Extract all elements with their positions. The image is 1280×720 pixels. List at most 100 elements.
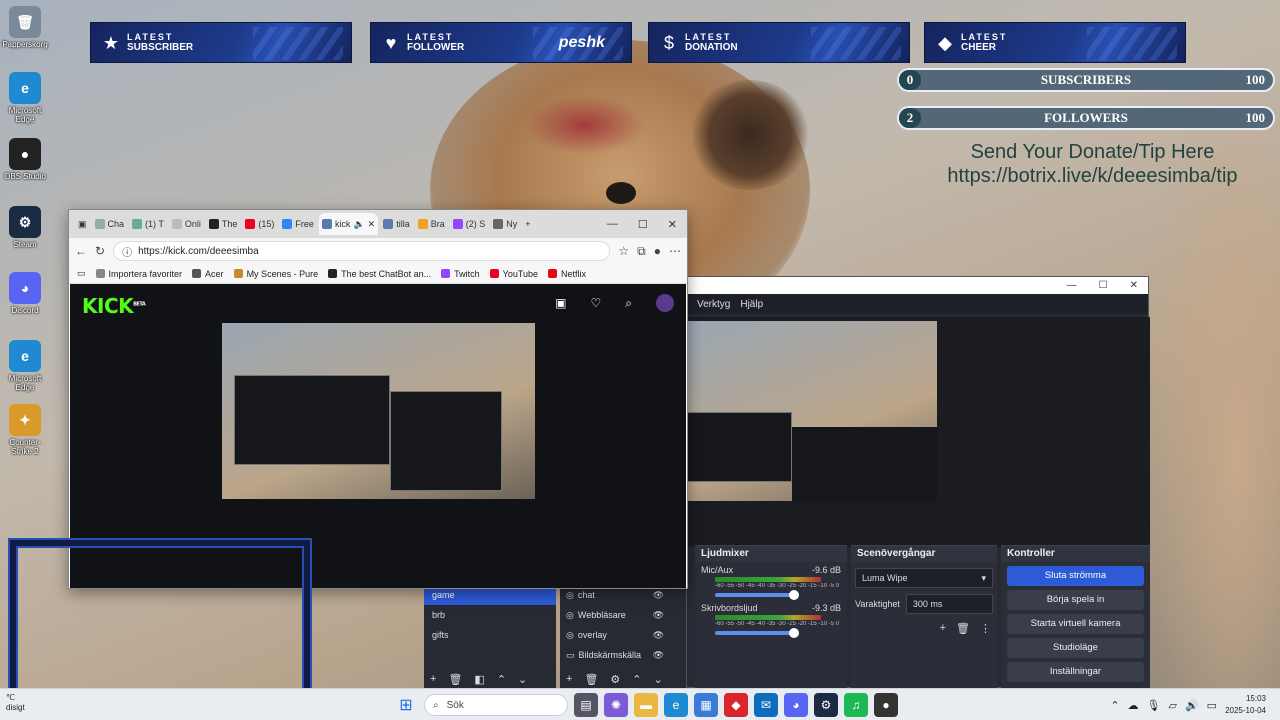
desktop-icon[interactable]: ◕ Discord	[0, 272, 50, 315]
battery-icon[interactable]: ▭	[1207, 699, 1217, 712]
gear-icon[interactable]: ⚙	[610, 673, 620, 686]
weather-widget[interactable]: ℃ disigt	[6, 693, 25, 713]
source-item[interactable]: ◎ Webbläsare 👁	[560, 605, 686, 625]
desktop-icon[interactable]: ● OBS Studio	[0, 138, 50, 181]
kick-logo[interactable]: KICKBETA	[82, 294, 146, 318]
desktop-icon[interactable]: ✦ Counter-Strike 2	[0, 404, 50, 456]
favorite-star-icon[interactable]: ☆	[618, 244, 629, 258]
site-info-icon[interactable]: ⓘ	[122, 244, 132, 259]
scene-item[interactable]: gifts	[424, 625, 556, 645]
obs-preview[interactable]	[687, 317, 1150, 547]
favorite-item[interactable]: Twitch	[441, 269, 480, 279]
transition-select[interactable]: Luma Wipe ▾	[855, 568, 993, 588]
scene-item[interactable]: brb	[424, 605, 556, 625]
up-icon[interactable]: ⌃	[497, 673, 506, 686]
heart-icon[interactable]: ♡	[591, 296, 602, 310]
refresh-icon[interactable]: ↻	[95, 244, 105, 258]
tab-actions-icon[interactable]: ▣	[75, 213, 90, 235]
copilot-icon[interactable]: ✺	[604, 693, 628, 717]
add-icon[interactable]: +	[940, 622, 946, 635]
app-red-icon[interactable]: ◆	[724, 693, 748, 717]
browser-tab[interactable]: Bra	[415, 213, 448, 235]
task-view-icon[interactable]: ▤	[574, 693, 598, 717]
down-icon[interactable]: ⌄	[654, 673, 663, 686]
favorite-item[interactable]: YouTube	[489, 269, 538, 279]
add-icon[interactable]: +	[430, 673, 436, 686]
desktop-icon[interactable]: 🗑 Papperskorg	[0, 6, 50, 49]
menu-help[interactable]: Hjälp	[740, 299, 763, 310]
studio-mode-button[interactable]: Studioläge	[1007, 638, 1144, 658]
source-item[interactable]: ◎ overlay 👁	[560, 625, 686, 645]
filter-icon[interactable]: ◧	[474, 673, 484, 686]
search-input[interactable]: ⌕ Sök	[424, 694, 568, 716]
duration-input[interactable]: 300 ms	[905, 594, 993, 614]
profile-icon[interactable]: ●	[654, 244, 661, 258]
close-icon[interactable]: ✕	[1130, 280, 1138, 291]
minimize-icon[interactable]: —	[607, 218, 618, 231]
chevron-up-icon[interactable]: ⌃	[1110, 699, 1119, 712]
back-icon[interactable]: ←	[75, 244, 87, 258]
eye-icon[interactable]: 👁	[653, 590, 664, 601]
spotify-icon[interactable]: ♫	[844, 693, 868, 717]
browser-tab[interactable]: The	[206, 213, 241, 235]
network-icon[interactable]: ▱	[1169, 699, 1177, 712]
desktop-icon[interactable]: e Microsoft Edge	[0, 340, 50, 392]
browser-tab[interactable]: tilla	[380, 213, 413, 235]
favorite-item[interactable]: Importera favoriter	[95, 269, 182, 279]
eye-icon[interactable]: 👁	[653, 610, 664, 621]
browser-tab[interactable]: Onli	[169, 213, 204, 235]
speaker-icon[interactable]: 🔈	[353, 219, 364, 230]
browser-tab[interactable]: (2) S	[450, 213, 489, 235]
browser-tab[interactable]: (15)	[242, 213, 277, 235]
favorite-item[interactable]: The best ChatBot an...	[328, 269, 431, 279]
favorite-item[interactable]: Netflix	[548, 269, 586, 279]
browser-tab[interactable]: Free	[279, 213, 317, 235]
close-tab-icon[interactable]: ✕	[368, 219, 376, 230]
volume-slider[interactable]	[715, 628, 799, 638]
reading-view-icon[interactable]: ▭	[77, 268, 86, 279]
outlook-icon[interactable]: ✉	[754, 693, 778, 717]
settings-button[interactable]: Inställningar	[1007, 662, 1144, 682]
up-icon[interactable]: ⌃	[632, 673, 641, 686]
source-item[interactable]: ▭ Bildskärmskälla 👁	[560, 645, 686, 665]
stop-streaming-button[interactable]: Sluta strömma	[1007, 566, 1144, 586]
close-icon[interactable]: ✕	[668, 218, 677, 231]
down-icon[interactable]: ⌄	[518, 673, 527, 686]
start-recording-button[interactable]: Börja spela in	[1007, 590, 1144, 610]
discord-icon[interactable]: ◕	[784, 693, 808, 717]
stream-player[interactable]	[222, 323, 535, 499]
store-icon[interactable]: ▣	[555, 296, 566, 310]
edge-icon[interactable]: e	[664, 693, 688, 717]
volume-icon[interactable]: 🔊	[1185, 699, 1199, 712]
browser-tab[interactable]: (1) T	[129, 213, 167, 235]
favorite-item[interactable]: My Scenes - Pure	[233, 269, 318, 279]
steam-icon[interactable]: ⚙	[814, 693, 838, 717]
browser-tab[interactable]: Ny	[490, 213, 520, 235]
desktop-icon[interactable]: e Microsoft Edge	[0, 72, 50, 124]
avatar[interactable]	[656, 294, 674, 312]
maximize-icon[interactable]: ☐	[1099, 280, 1108, 291]
more-icon[interactable]: ⋯	[669, 244, 681, 258]
extensions-icon[interactable]: ⧉	[637, 244, 646, 259]
cloud-icon[interactable]: ☁	[1128, 699, 1139, 712]
search-icon[interactable]: ⌕	[625, 296, 632, 311]
eye-icon[interactable]: 👁	[653, 630, 664, 641]
menu-tools[interactable]: Verktyg	[697, 299, 730, 310]
favorite-item[interactable]: Acer	[192, 269, 224, 279]
eye-icon[interactable]: 👁	[653, 650, 664, 661]
clock[interactable]: 15:03 2025-10-04	[1225, 693, 1266, 717]
start-virtual-camera-button[interactable]: Starta virtuell kamera	[1007, 614, 1144, 634]
address-bar[interactable]: ⓘ https://kick.com/deeesimba	[113, 241, 611, 261]
browser-tab[interactable]: kick 🔈 ✕	[318, 213, 379, 235]
trash-icon[interactable]: 🗑	[448, 673, 462, 686]
trash-icon[interactable]: 🗑	[584, 673, 598, 686]
trash-icon[interactable]: 🗑	[956, 622, 970, 635]
maximize-icon[interactable]: ☐	[638, 218, 648, 231]
browser-tab[interactable]: Cha	[92, 213, 128, 235]
volume-slider[interactable]	[715, 590, 799, 600]
minimize-icon[interactable]: —	[1067, 280, 1077, 291]
microphone-icon[interactable]: 🎙	[1147, 699, 1161, 712]
more-icon[interactable]: ⋮	[980, 622, 991, 635]
store-icon[interactable]: ▦	[694, 693, 718, 717]
file-explorer-icon[interactable]: ▬	[634, 693, 658, 717]
